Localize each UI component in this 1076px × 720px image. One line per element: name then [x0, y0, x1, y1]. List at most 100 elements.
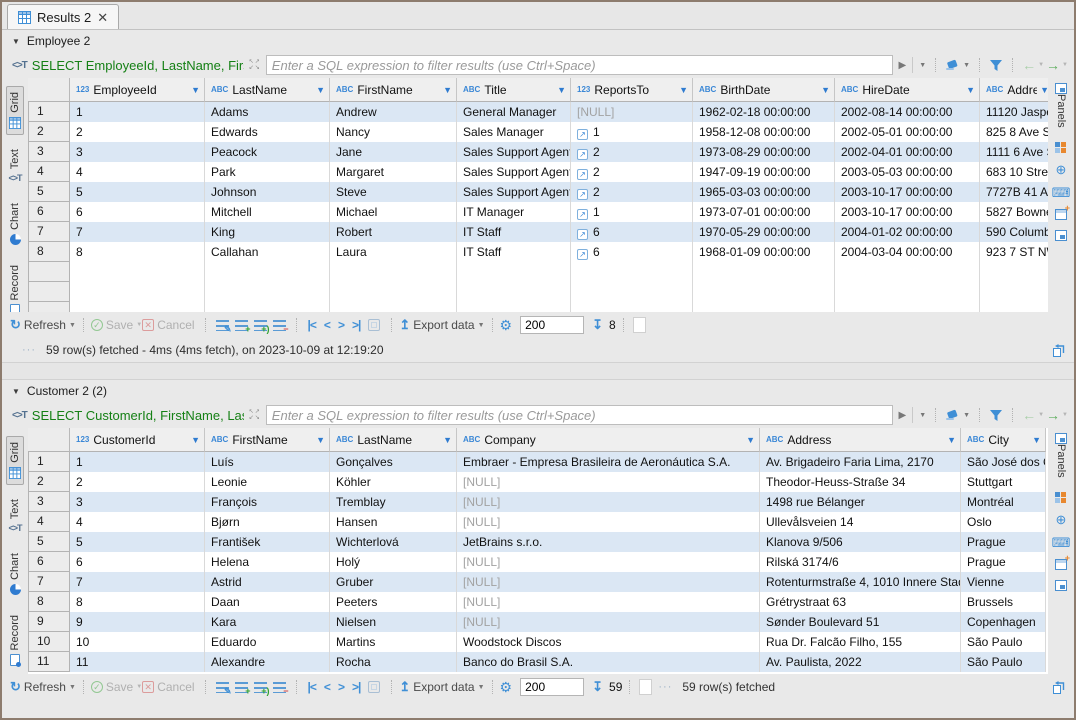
- row-number[interactable]: 8: [28, 242, 70, 262]
- last-row-icon[interactable]: >|: [352, 318, 360, 332]
- grid-cell[interactable]: 2003-05-03 00:00:00: [835, 162, 980, 182]
- grid-cell[interactable]: Wichterlová: [330, 532, 457, 552]
- calc-cell[interactable]: [633, 317, 646, 333]
- last-row-icon[interactable]: >|: [352, 680, 360, 694]
- reference-link-icon[interactable]: ↗: [577, 229, 588, 240]
- grid-cell[interactable]: Gonçalves: [330, 452, 457, 472]
- column-header-firstname[interactable]: ABCFirstName▼: [205, 428, 330, 452]
- grid-cell[interactable]: Bjørn: [205, 512, 330, 532]
- grid-cell[interactable]: 2002-08-14 00:00:00: [835, 102, 980, 122]
- grid-cell[interactable]: Holý: [330, 552, 457, 572]
- column-header-address[interactable]: ABCAddress▼: [760, 428, 961, 452]
- reference-link-icon[interactable]: ↗: [577, 149, 588, 160]
- grid-cell[interactable]: São Paulo: [961, 632, 1046, 652]
- aggregate-panel-icon[interactable]: [1055, 209, 1067, 220]
- row-number[interactable]: 5: [28, 182, 70, 202]
- grid-cell[interactable]: 1111 6 Ave SW: [980, 142, 1048, 162]
- side-tab-text[interactable]: Text<>T: [5, 493, 24, 539]
- refresh-options-icon[interactable]: ▼: [69, 684, 76, 691]
- first-row-icon[interactable]: |<: [308, 680, 316, 694]
- grid-cell[interactable]: 1973-07-01 00:00:00: [693, 202, 835, 222]
- row-number[interactable]: 9: [28, 612, 70, 632]
- grid-cell[interactable]: Prague: [961, 552, 1046, 572]
- column-header-company[interactable]: ABCCompany▼: [457, 428, 760, 452]
- row-number[interactable]: 6: [28, 552, 70, 572]
- grid-cell[interactable]: Banco do Brasil S.A.: [457, 652, 760, 672]
- column-dropdown-icon[interactable]: ▼: [443, 85, 452, 95]
- row-number[interactable]: 5: [28, 532, 70, 552]
- grid-cell[interactable]: ↗6: [571, 222, 693, 242]
- grid-cell[interactable]: 1973-08-29 00:00:00: [693, 142, 835, 162]
- grid-cell[interactable]: Steve: [330, 182, 457, 202]
- aggregate-panel-icon[interactable]: [1055, 559, 1067, 570]
- grid-cell[interactable]: Peeters: [330, 592, 457, 612]
- grid-cell[interactable]: JetBrains s.r.o.: [457, 532, 760, 552]
- grid-cell[interactable]: IT Manager: [457, 202, 571, 222]
- row-number[interactable]: 4: [28, 162, 70, 182]
- row-number[interactable]: 3: [28, 492, 70, 512]
- grid-cell[interactable]: 2002-05-01 00:00:00: [835, 122, 980, 142]
- grid-cell[interactable]: 1968-01-09 00:00:00: [693, 242, 835, 262]
- grid-cell[interactable]: [NULL]: [457, 492, 760, 512]
- grid-cell[interactable]: 2002-04-01 00:00:00: [835, 142, 980, 162]
- export-options-icon[interactable]: ▼: [478, 684, 485, 691]
- row-number[interactable]: 6: [28, 202, 70, 222]
- delete-row-icon[interactable]: −: [273, 320, 286, 331]
- duplicate-row-icon[interactable]: +): [254, 320, 267, 331]
- back-options-icon[interactable]: ▼: [1038, 62, 1044, 68]
- grid-cell[interactable]: 5: [70, 182, 205, 202]
- erase-options-icon[interactable]: ▼: [963, 412, 970, 419]
- column-dropdown-icon[interactable]: ▼: [821, 85, 830, 95]
- collapse-icon[interactable]: ▼: [12, 387, 20, 396]
- panel-header-customer[interactable]: ▼ Customer 2 (2): [2, 380, 1074, 402]
- erase-filter-icon[interactable]: [945, 59, 961, 72]
- refresh-icon[interactable]: ↻: [10, 317, 21, 333]
- grid-cell[interactable]: 1947-09-19 00:00:00: [693, 162, 835, 182]
- grouping-panel-icon[interactable]: [1055, 492, 1066, 503]
- grid-cell[interactable]: 8: [70, 242, 205, 262]
- erase-options-icon[interactable]: ▼: [963, 62, 970, 69]
- expand-filter-icon[interactable]: ↖↗↙↘: [249, 409, 261, 421]
- grid-cell[interactable]: Martins: [330, 632, 457, 652]
- column-dropdown-icon[interactable]: ▼: [679, 85, 688, 95]
- forward-options-icon[interactable]: ▼: [1062, 412, 1068, 418]
- grid-cell[interactable]: São Paulo: [961, 652, 1046, 672]
- grid-cell[interactable]: 1958-12-08 00:00:00: [693, 122, 835, 142]
- row-number[interactable]: 4: [28, 512, 70, 532]
- status-more-icon[interactable]: ···: [22, 344, 36, 356]
- grid-cell[interactable]: Rua Dr. Falcão Filho, 155: [760, 632, 961, 652]
- panel-header-employee[interactable]: ▼ Employee 2: [2, 30, 1074, 52]
- grid-cell[interactable]: Kara: [205, 612, 330, 632]
- grid-cell[interactable]: 3: [70, 492, 205, 512]
- grid-cell[interactable]: Alexandre: [205, 652, 330, 672]
- settings-gear-icon[interactable]: ⚙: [500, 317, 513, 334]
- grid-cell[interactable]: 9: [70, 612, 205, 632]
- grid-cell[interactable]: Robert: [330, 222, 457, 242]
- grid-cell[interactable]: Helena: [205, 552, 330, 572]
- refresh-button[interactable]: Refresh: [24, 318, 66, 332]
- column-header-address[interactable]: ABCAddress▼: [980, 78, 1048, 102]
- fetch-size-input[interactable]: [520, 316, 584, 334]
- grid-cell[interactable]: [NULL]: [457, 592, 760, 612]
- grid-cell[interactable]: 8: [70, 592, 205, 612]
- grid-cell[interactable]: [NULL]: [457, 552, 760, 572]
- tab-results-2[interactable]: Results 2 ✕: [7, 4, 119, 29]
- filter-back-icon[interactable]: ←: [1022, 57, 1036, 73]
- grid-cell[interactable]: Luís: [205, 452, 330, 472]
- grid-cell[interactable]: 1: [70, 452, 205, 472]
- grid-cell[interactable]: 923 7 ST NW: [980, 242, 1048, 262]
- grid-cell[interactable]: 1962-02-18 00:00:00: [693, 102, 835, 122]
- grid-cell[interactable]: Margaret: [330, 162, 457, 182]
- calc-panel-icon[interactable]: ⊕: [1056, 163, 1067, 176]
- go-to-row-icon[interactable]: [368, 319, 380, 331]
- side-tab-grid[interactable]: Grid: [6, 436, 24, 485]
- back-options-icon[interactable]: ▼: [1038, 412, 1044, 418]
- column-dropdown-icon[interactable]: ▼: [191, 85, 200, 95]
- filter-funnel-icon[interactable]: [989, 59, 1003, 72]
- row-number[interactable]: 11: [28, 652, 70, 672]
- grid-cell[interactable]: 4: [70, 512, 205, 532]
- column-header-customerid[interactable]: 123CustomerId▼: [70, 428, 205, 452]
- row-number-empty[interactable]: [28, 282, 70, 302]
- tab-close-icon[interactable]: ✕: [97, 11, 108, 24]
- grid-cell[interactable]: Adams: [205, 102, 330, 122]
